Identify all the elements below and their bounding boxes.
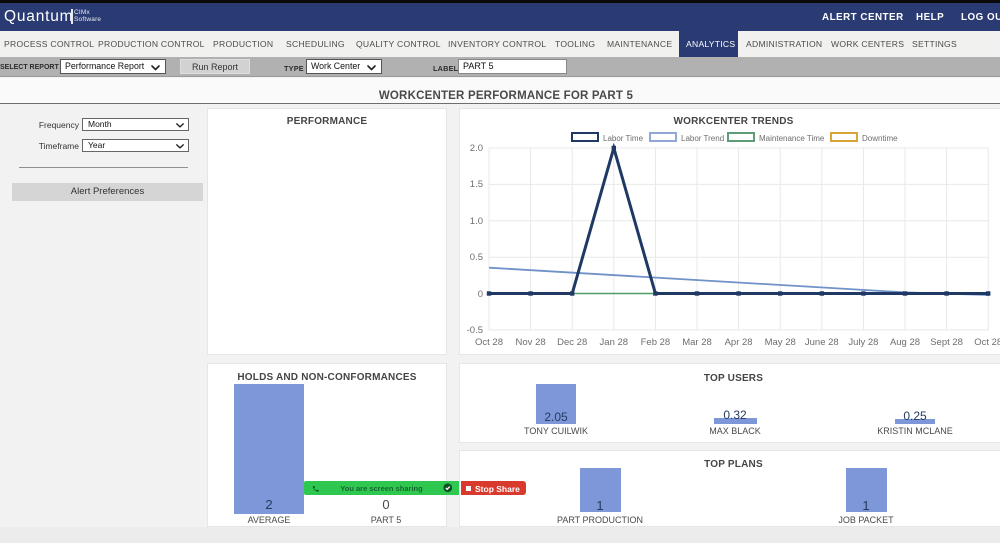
svg-text:Nov 28: Nov 28 (516, 337, 546, 348)
svg-text:-0.5: -0.5 (467, 325, 483, 336)
svg-text:0: 0 (478, 289, 483, 300)
svg-text:June 28: June 28 (805, 337, 839, 348)
svg-text:Apr 28: Apr 28 (725, 337, 753, 348)
svg-text:Labor Time: Labor Time (603, 134, 644, 143)
svg-text:Sept 28: Sept 28 (930, 337, 963, 348)
svg-text:Downtime: Downtime (862, 134, 898, 143)
svg-text:Jan 28: Jan 28 (600, 337, 629, 348)
svg-text:1.0: 1.0 (470, 216, 483, 227)
svg-text:1.5: 1.5 (470, 179, 483, 190)
svg-text:0.5: 0.5 (470, 252, 483, 263)
svg-text:Mar 28: Mar 28 (682, 337, 712, 348)
svg-text:2.0: 2.0 (470, 143, 483, 154)
svg-text:Oct 28: Oct 28 (475, 337, 503, 348)
svg-text:May 28: May 28 (765, 337, 796, 348)
svg-text:Maintenance Time: Maintenance Time (759, 134, 825, 143)
svg-text:Feb 28: Feb 28 (641, 337, 671, 348)
svg-text:Aug 28: Aug 28 (890, 337, 920, 348)
svg-text:July 28: July 28 (848, 337, 878, 348)
svg-text:Labor Trend: Labor Trend (681, 134, 724, 143)
svg-text:Oct 28: Oct 28 (974, 337, 1000, 348)
svg-text:Dec 28: Dec 28 (557, 337, 587, 348)
